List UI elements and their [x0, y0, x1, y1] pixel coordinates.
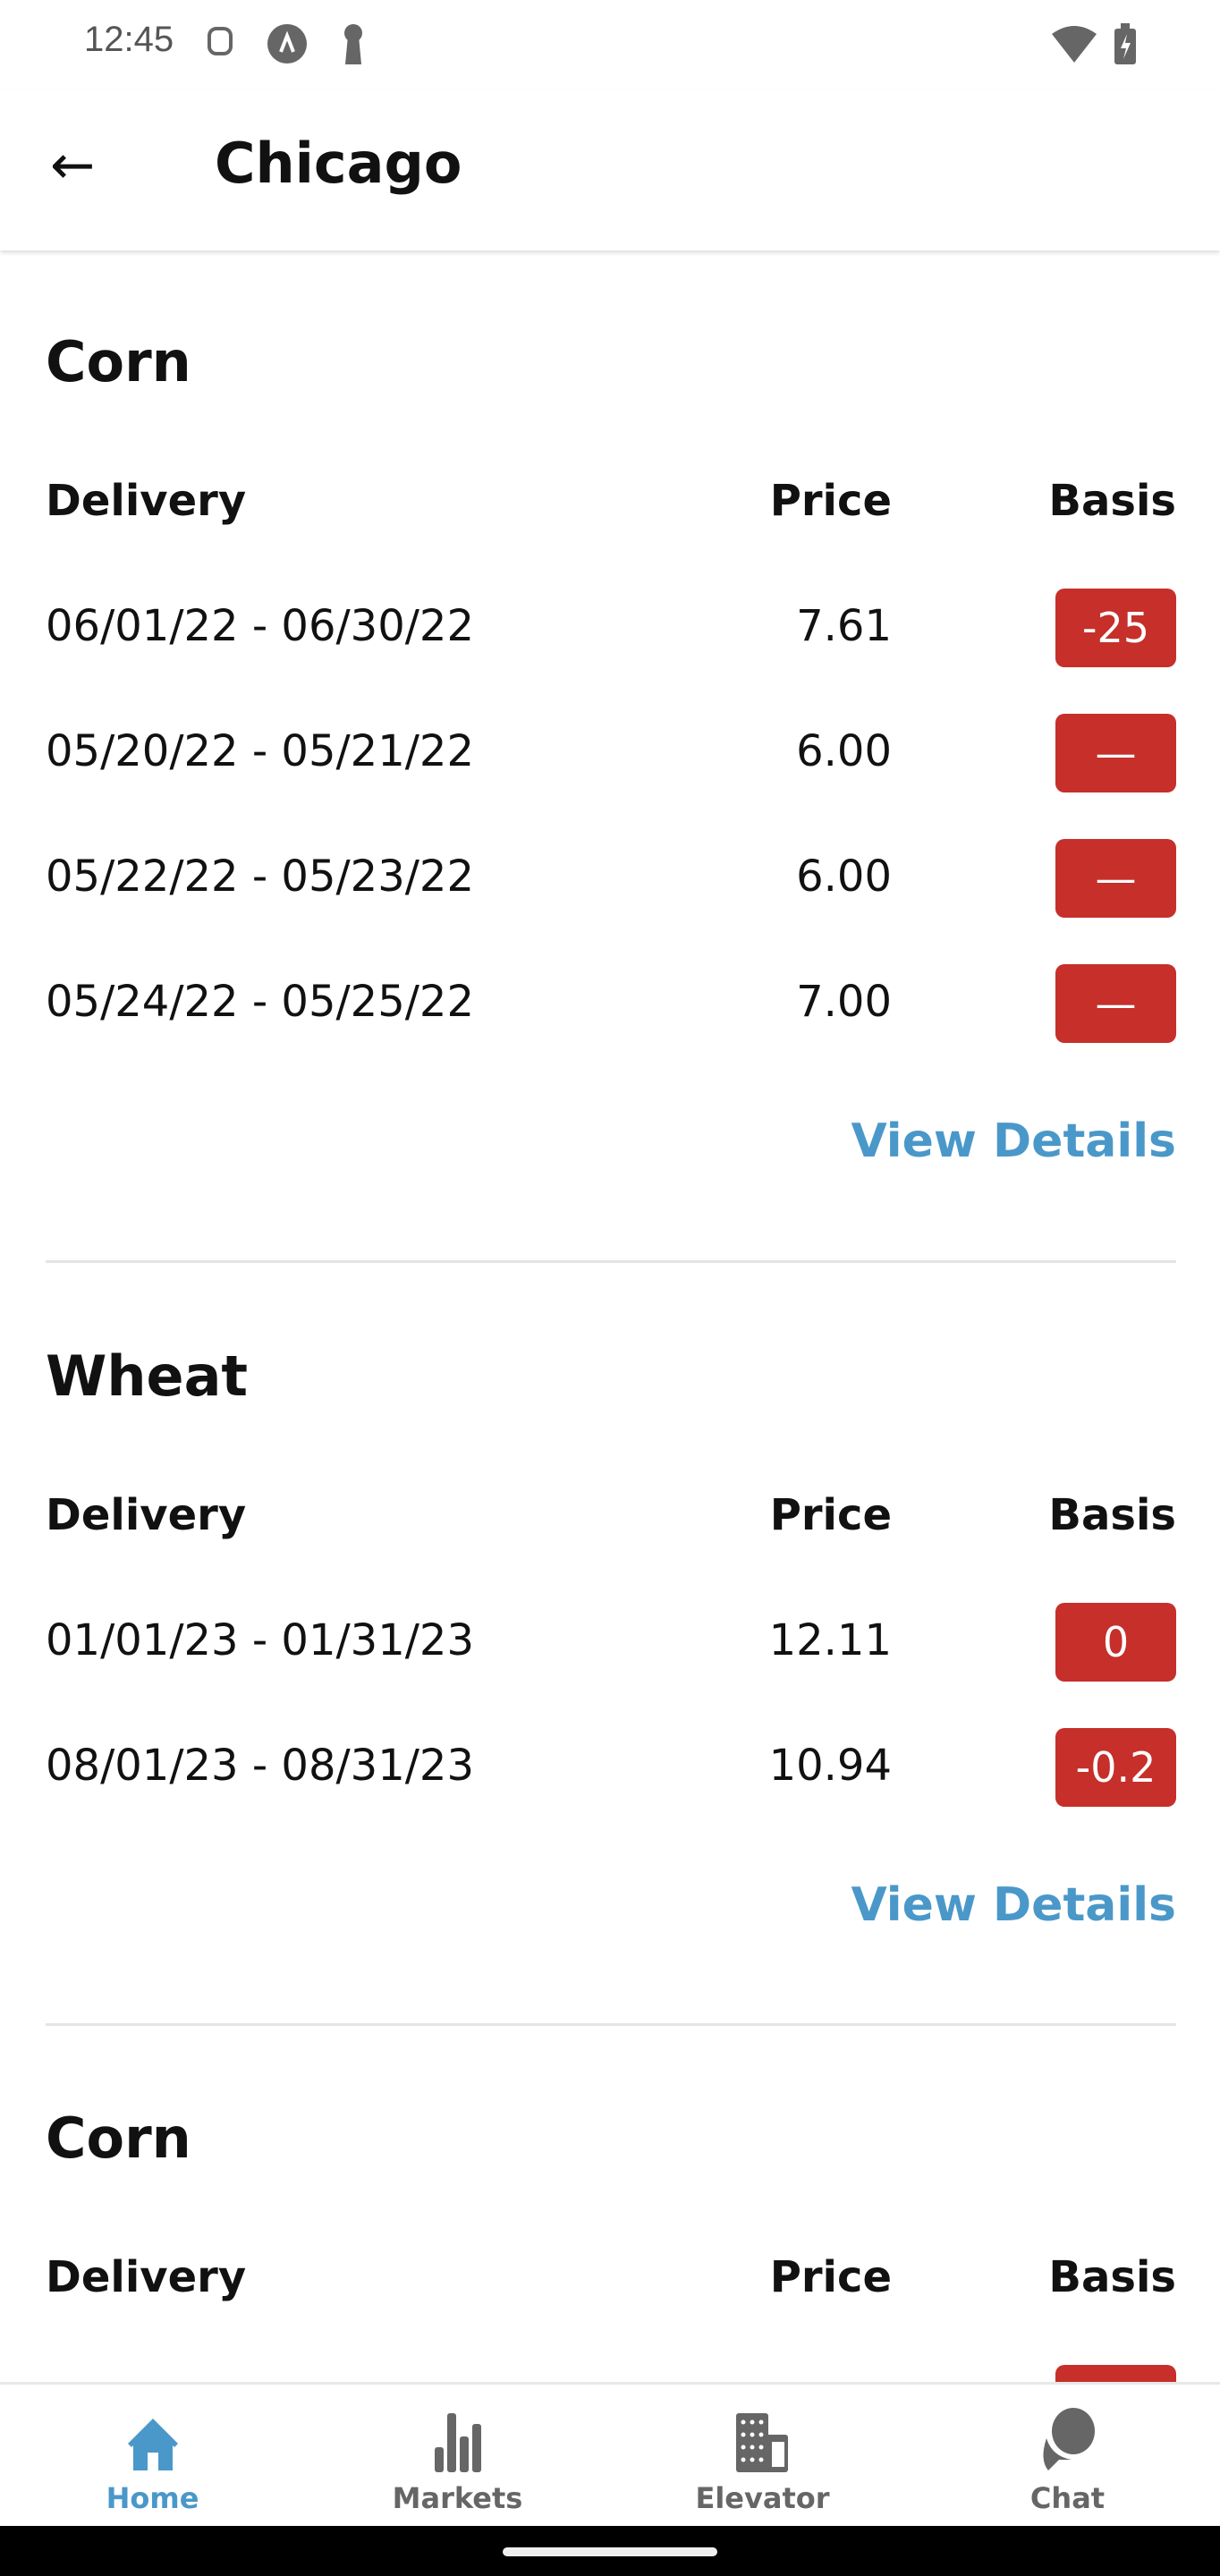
nav-chat[interactable]: Chat: [915, 2385, 1220, 2526]
price-cell: 7.00: [796, 977, 892, 1027]
delivery-cell: 05/24/22 - 05/25/22: [46, 977, 474, 1027]
market-list[interactable]: Corn Delivery Price Basis 06/01/22 - 06/…: [0, 250, 1220, 2382]
table-row: [46, 2365, 1176, 2382]
wifi-icon: [1052, 26, 1097, 63]
basis-badge: —: [1055, 714, 1176, 792]
chat-icon: [1042, 2408, 1095, 2470]
bar-chart-icon: [434, 2413, 481, 2472]
delivery-header: Delivery: [46, 1490, 247, 1540]
system-navigation-bar: [0, 2526, 1220, 2576]
delivery-cell: 01/01/23 - 01/31/23: [46, 1615, 474, 1665]
delivery-header: Delivery: [46, 2252, 247, 2302]
price-header: Price: [769, 2252, 892, 2302]
basis-header: Basis: [1048, 2252, 1176, 2302]
building-icon: [735, 2413, 788, 2472]
basis-badge: —: [1055, 839, 1176, 918]
basis-badge: -25: [1055, 589, 1176, 667]
price-header: Price: [769, 476, 892, 526]
delivery-cell: 06/01/22 - 06/30/22: [46, 601, 474, 651]
price-cell: 12.11: [768, 1615, 892, 1665]
home-gesture-handle[interactable]: [503, 2547, 717, 2556]
view-details-link[interactable]: View Details: [851, 1114, 1176, 1168]
basis-header: Basis: [1048, 476, 1176, 526]
delivery-cell: 05/22/22 - 05/23/22: [46, 852, 474, 902]
divider: [46, 2023, 1176, 2026]
delivery-cell: 08/01/23 - 08/31/23: [46, 1741, 474, 1791]
view-details-link[interactable]: View Details: [851, 1878, 1176, 1932]
basis-badge: [1055, 2365, 1176, 2382]
divider: [46, 1260, 1176, 1263]
basis-badge: —: [1055, 964, 1176, 1043]
nav-markets[interactable]: Markets: [305, 2385, 610, 2526]
table-row: 05/22/22 - 05/23/22 6.00 —: [46, 839, 1176, 918]
basis-header: Basis: [1048, 1490, 1176, 1540]
notification-icon: [208, 27, 233, 55]
bottom-nav: Home Markets Elevator Chat: [0, 2382, 1220, 2526]
back-arrow-icon[interactable]: ←: [50, 134, 95, 197]
battery-charging-icon: [1114, 23, 1136, 64]
table-header: Delivery Price Basis: [46, 1478, 1176, 1556]
section-title: Corn: [46, 329, 191, 394]
section-title: Corn: [46, 2106, 191, 2171]
table-header: Delivery Price Basis: [46, 2240, 1176, 2318]
keyhole-icon: [344, 24, 362, 64]
home-icon: [127, 2419, 178, 2470]
nav-elevator[interactable]: Elevator: [610, 2385, 915, 2526]
section-title: Wheat: [46, 1343, 249, 1409]
status-bar: 12:45: [0, 0, 1220, 89]
basis-badge: -0.2: [1055, 1728, 1176, 1807]
table-row: 05/24/22 - 05/25/22 7.00 —: [46, 964, 1176, 1043]
price-cell: 10.94: [768, 1741, 892, 1791]
status-time: 12:45: [84, 20, 174, 59]
delivery-header: Delivery: [46, 476, 247, 526]
app-bar: ← Chicago: [0, 89, 1220, 250]
table-header: Delivery Price Basis: [46, 463, 1176, 542]
nav-label: Chat: [1029, 2481, 1106, 2515]
nav-label: Elevator: [695, 2481, 830, 2515]
nav-home[interactable]: Home: [0, 2385, 305, 2526]
basis-badge: 0: [1055, 1603, 1176, 1682]
nav-label: Home: [106, 2481, 199, 2515]
price-cell: 6.00: [796, 726, 892, 776]
delivery-cell: 05/20/22 - 05/21/22: [46, 726, 474, 776]
app-notification-icon: [267, 24, 307, 64]
table-row: 06/01/22 - 06/30/22 7.61 -25: [46, 589, 1176, 667]
table-row: 08/01/23 - 08/31/23 10.94 -0.2: [46, 1728, 1176, 1807]
table-row: 05/20/22 - 05/21/22 6.00 —: [46, 714, 1176, 792]
price-cell: 6.00: [796, 852, 892, 902]
page-title: Chicago: [215, 131, 462, 196]
table-row: 01/01/23 - 01/31/23 12.11 0: [46, 1603, 1176, 1682]
nav-label: Markets: [392, 2481, 523, 2515]
price-cell: 7.61: [796, 601, 892, 651]
price-header: Price: [769, 1490, 892, 1540]
